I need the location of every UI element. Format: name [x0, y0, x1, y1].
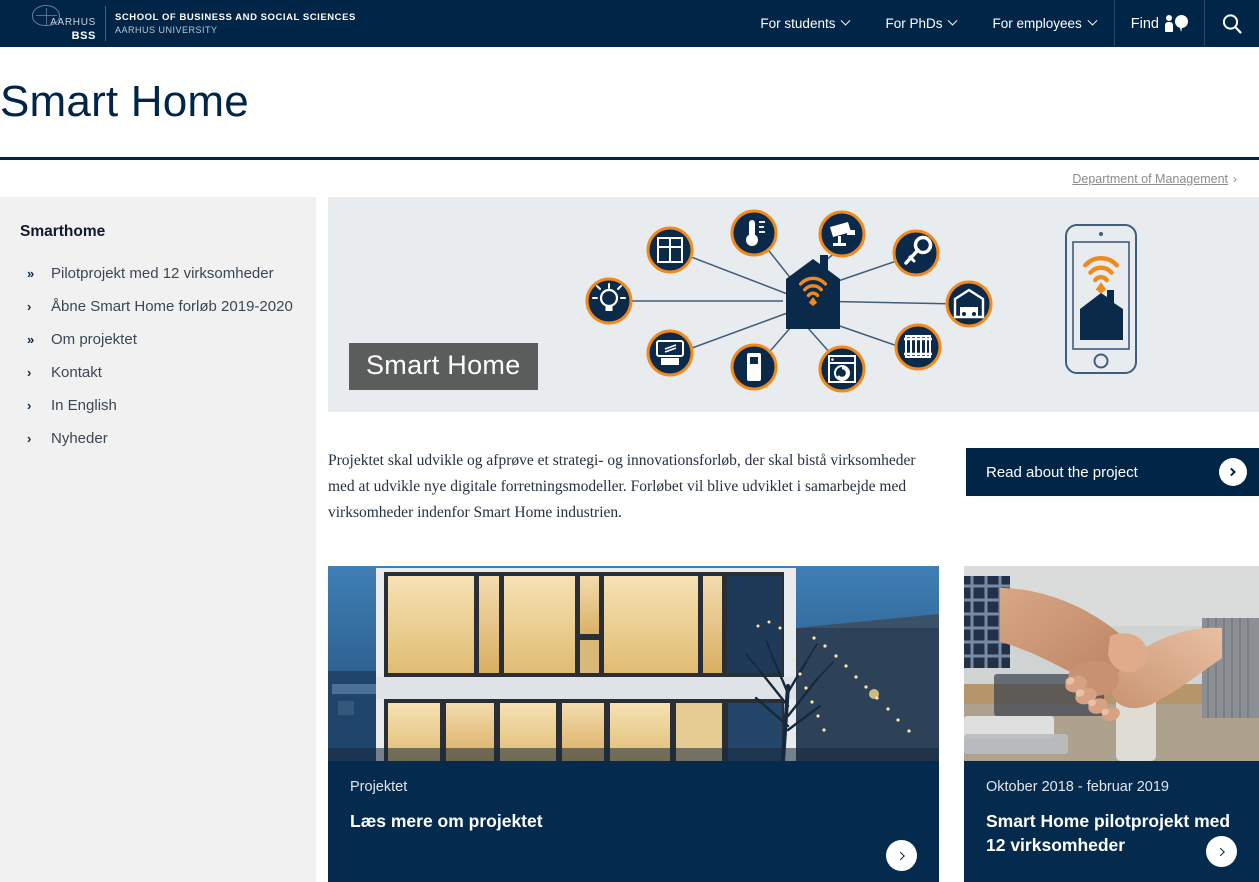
printer-icon [646, 329, 694, 377]
primary-navigation: For students For PhDs For employees Find [742, 0, 1259, 47]
sidebar-item-label: In English [51, 397, 117, 414]
sidebar: Smarthome » Pilotprojekt med 12 virksomh… [0, 197, 316, 882]
logo-wordmark: SCHOOL OF BUSINESS AND SOCIAL SCIENCES A… [115, 11, 356, 36]
house-wifi-icon [786, 255, 840, 329]
teaser-cards: Projektet Læs mere om projektet Oktober … [328, 566, 1259, 882]
breadcrumb-chevron-right-icon: › [1233, 171, 1237, 186]
card-kicker: Oktober 2018 - februar 2019 [986, 779, 1169, 795]
card-body: Projektet Læs mere om projektet [328, 761, 939, 882]
card-smart-home-pilotprojekt[interactable]: Oktober 2018 - februar 2019 Smart Home p… [964, 566, 1259, 882]
house-at-dusk-photo [328, 566, 939, 761]
card-laes-mere-om-projektet[interactable]: Projektet Læs mere om projektet [328, 566, 939, 882]
page-title: Smart Home [0, 77, 249, 126]
cta-label: Read about the project [986, 463, 1138, 481]
site-logo[interactable]: AARHUS BSS SCHOOL OF BUSINESS AND SOCIAL… [0, 0, 356, 47]
sidebar-item-label: Nyheder [51, 430, 108, 447]
search-icon [1222, 13, 1242, 34]
nav-item-for-phds[interactable]: For PhDs [867, 0, 974, 47]
radiator-icon [894, 323, 942, 371]
double-chevron-right-icon: » [27, 332, 34, 347]
sidebar-item-pilotprojekt[interactable]: » Pilotprojekt med 12 virksomheder [20, 257, 316, 290]
intro-section: Projektet skal udvikle og afprøve et str… [328, 448, 1259, 526]
sidebar-item-om-projektet[interactable]: » Om projektet [20, 323, 316, 356]
find-label: Find [1130, 15, 1159, 32]
chevron-right-circle-icon [1219, 458, 1247, 486]
search-button[interactable] [1205, 0, 1259, 47]
page-title-area: Smart Home [0, 47, 1259, 157]
main-content: Smart Home Projektet skal udvikle og afp… [316, 197, 1259, 882]
breadcrumb: Department of Management › [0, 160, 1259, 197]
hero-banner: Smart Home [328, 197, 1259, 412]
card-heading: Læs mere om projektet [350, 811, 543, 831]
logo-school-name: SCHOOL OF BUSINESS AND SOCIAL SCIENCES [115, 12, 356, 23]
location-pin-icon [1175, 15, 1188, 32]
washing-machine-icon [818, 345, 866, 393]
handshake-photo [964, 566, 1259, 761]
nav-item-for-students[interactable]: For students [742, 0, 867, 47]
card-kicker: Projektet [350, 779, 408, 795]
person-icon [1165, 15, 1173, 32]
sidebar-title: Smarthome [20, 223, 106, 240]
sidebar-item-abne-smart-home-forlob[interactable]: › Åbne Smart Home forløb 2019-2020 [20, 290, 316, 323]
sidebar-item-kontakt[interactable]: › Kontakt [20, 356, 316, 389]
chevron-down-icon [948, 15, 958, 26]
card-chevron-right-button[interactable] [886, 840, 917, 871]
card-body: Oktober 2018 - februar 2019 Smart Home p… [964, 761, 1259, 882]
key-icon [892, 229, 940, 277]
sidebar-item-in-english[interactable]: › In English [20, 389, 316, 422]
card-chevron-right-button[interactable] [1206, 836, 1237, 867]
logo-divider [105, 6, 106, 41]
read-about-project-button[interactable]: Read about the project [966, 448, 1259, 496]
find-button[interactable]: Find [1113, 0, 1205, 47]
chevron-right-icon: › [27, 365, 32, 380]
card-heading: Smart Home pilotprojekt med 12 virksomhe… [986, 811, 1231, 855]
chevron-right-icon: › [27, 398, 32, 413]
sidebar-item-nyheder[interactable]: › Nyheder [20, 422, 316, 455]
nav-item-label: For employees [992, 16, 1082, 31]
remote-control-icon [730, 343, 778, 391]
sidebar-item-label: Kontakt [51, 364, 102, 381]
logo-university-name: AARHUS UNIVERSITY [115, 25, 218, 35]
find-icons [1165, 15, 1188, 32]
chevron-right-icon: › [27, 431, 32, 446]
nav-item-label: For PhDs [885, 16, 943, 31]
nav-item-label: For students [760, 16, 836, 31]
breadcrumb-link-department-of-management[interactable]: Department of Management [1072, 172, 1228, 186]
aarhus-bss-logo-mark: AARHUS BSS [10, 4, 96, 44]
smartphone-icon [1065, 224, 1137, 374]
sidebar-item-label: Åbne Smart Home forløb 2019-2020 [51, 298, 293, 315]
chevron-right-icon: › [27, 299, 32, 314]
nav-item-for-employees[interactable]: For employees [974, 0, 1113, 47]
window-icon [646, 226, 694, 274]
top-navigation-bar: AARHUS BSS SCHOOL OF BUSINESS AND SOCIAL… [0, 0, 1259, 47]
security-camera-icon [818, 210, 866, 258]
garage-icon [945, 280, 993, 328]
thermometer-icon [730, 209, 778, 257]
sidebar-item-label: Om projektet [51, 331, 137, 348]
double-chevron-right-icon: » [27, 266, 34, 281]
intro-paragraph: Projektet skal udvikle og afprøve et str… [328, 452, 916, 521]
light-bulb-icon [585, 277, 633, 325]
university-seal-icon [32, 4, 60, 26]
hero-label: Smart Home [349, 343, 538, 390]
logo-bss-text: BSS [71, 29, 96, 42]
main-layout: Smarthome » Pilotprojekt med 12 virksomh… [0, 197, 1259, 882]
chevron-down-icon [841, 15, 851, 26]
sidebar-item-label: Pilotprojekt med 12 virksomheder [51, 265, 274, 282]
chevron-down-icon [1087, 15, 1098, 26]
